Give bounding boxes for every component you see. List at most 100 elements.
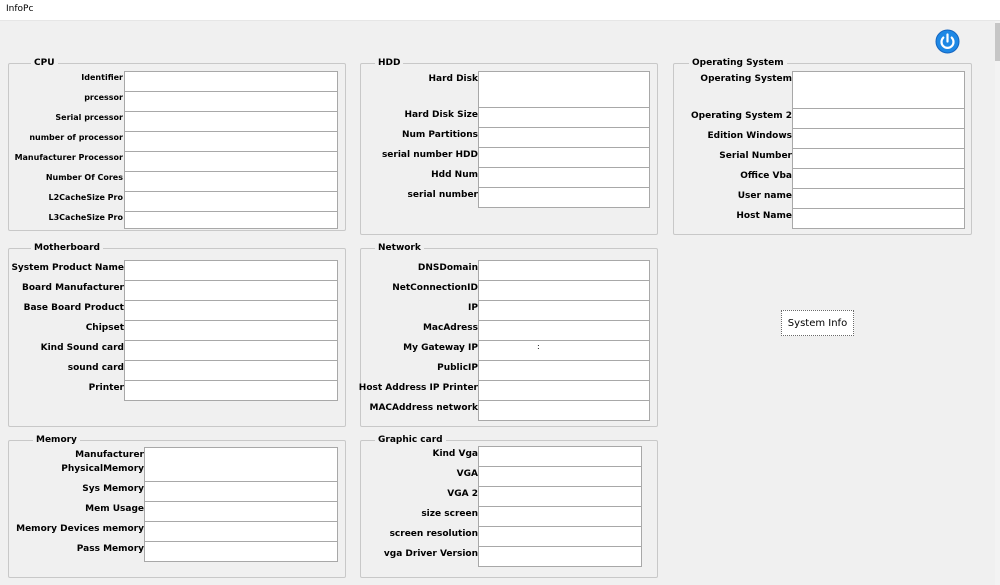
os-operating-system-field[interactable] — [792, 71, 965, 109]
mb-kind-sound-card-field[interactable] — [124, 340, 338, 361]
net-label-dnsdomain: DNSDomain — [417, 263, 478, 273]
cpu-label-manufacturer-processor: Manufacturer Processor — [14, 153, 123, 162]
memory-group-title: Memory — [33, 434, 80, 446]
cpu-label-l2cache: L2CacheSize Pro — [48, 193, 123, 202]
hdd-label-hdd-num: Hdd Num — [431, 170, 478, 180]
mb-label-printer: Printer — [88, 383, 124, 393]
net-macadress-field[interactable] — [478, 320, 650, 341]
vga-vga-field[interactable] — [478, 466, 642, 487]
hdd-label-serial-number: serial number — [407, 190, 478, 200]
power-icon[interactable] — [935, 29, 960, 54]
cpu-serial-processor-field[interactable] — [124, 111, 338, 132]
cpu-label-l3cache: L3CacheSize Pro — [48, 213, 123, 222]
hdd-hdd-num-field[interactable] — [478, 167, 650, 188]
mb-system-product-name-field[interactable] — [124, 260, 338, 281]
cpu-number-of-cores-field[interactable] — [124, 171, 338, 192]
hdd-hard-disk-size-field[interactable] — [478, 107, 650, 128]
vertical-scrollbar[interactable] — [995, 21, 1000, 585]
os-serial-number-field[interactable] — [792, 148, 965, 169]
net-ip-field[interactable] — [478, 300, 650, 321]
mb-board-manufacturer-field[interactable] — [124, 280, 338, 301]
hdd-label-hard-disk: Hard Disk — [428, 74, 478, 84]
mb-label-board-manufacturer: Board Manufacturer — [22, 283, 124, 293]
vga-screen-resolution-field[interactable] — [478, 526, 642, 547]
mem-manufacturer-field[interactable] — [144, 447, 338, 482]
hdd-hard-disk-field[interactable] — [478, 71, 650, 108]
system-info-button[interactable]: System Info — [781, 310, 854, 336]
vga-driver-version-field[interactable] — [478, 546, 642, 567]
mb-label-chipset: Chipset — [85, 323, 124, 333]
mem-mem-usage-field[interactable] — [144, 501, 338, 522]
net-gateway-ip-field[interactable] — [478, 340, 650, 361]
mb-label-base-board-product: Base Board Product — [23, 303, 124, 313]
cpu-label-processor: prcessor — [84, 93, 123, 102]
cpu-manufacturer-processor-field[interactable] — [124, 151, 338, 172]
net-label-macadress: MacAdress — [422, 323, 478, 333]
mem-label-sys-memory: Sys Memory — [82, 484, 144, 494]
vga-label-driver-version: vga Driver Version — [383, 549, 478, 559]
net-label-macaddress-network: MACAddress network — [369, 403, 478, 413]
os-label-host-name: Host Name — [736, 211, 792, 221]
net-label-ip: IP — [468, 303, 478, 313]
hdd-label-hard-disk-size: Hard Disk Size — [404, 110, 478, 120]
net-host-address-ip-printer-field[interactable] — [478, 380, 650, 401]
net-label-netconnectionid: NetConnectionID — [392, 283, 478, 293]
net-label-gateway-ip: My Gateway IP — [403, 343, 478, 353]
mb-chipset-field[interactable] — [124, 320, 338, 341]
cpu-processor-field[interactable] — [124, 91, 338, 112]
os-label-serial-number: Serial Number — [719, 151, 792, 161]
os-host-name-field[interactable] — [792, 208, 965, 229]
motherboard-group-title: Motherboard — [31, 242, 103, 254]
mem-label-pass-memory: Pass Memory — [76, 544, 144, 554]
net-label-publicip: PublicIP — [437, 363, 478, 373]
cpu-l3cache-field[interactable] — [124, 211, 338, 229]
vga-label-kind-vga: Kind Vga — [432, 449, 478, 459]
graphic-card-group-title: Graphic card — [375, 434, 446, 446]
os-user-name-field[interactable] — [792, 188, 965, 209]
os-operating-system-2-field[interactable] — [792, 108, 965, 129]
mem-label-memory-devices: Memory Devices memory — [16, 524, 144, 534]
os-label-user-name: User name — [737, 191, 792, 201]
mem-memory-devices-field[interactable] — [144, 521, 338, 542]
net-dnsdomain-field[interactable] — [478, 260, 650, 281]
os-label-office-vba: Office Vba — [740, 171, 792, 181]
network-group-title: Network — [375, 242, 424, 254]
hdd-serial-number-hdd-field[interactable] — [478, 147, 650, 168]
vga-size-screen-field[interactable] — [478, 506, 642, 527]
vga-vga-2-field[interactable] — [478, 486, 642, 507]
mb-sound-card-field[interactable] — [124, 360, 338, 381]
mb-base-board-product-field[interactable] — [124, 300, 338, 321]
cpu-l2cache-field[interactable] — [124, 191, 338, 212]
net-publicip-field[interactable] — [478, 360, 650, 381]
title-bar: InfoPc — [0, 0, 1000, 21]
scrollbar-thumb[interactable] — [995, 23, 1000, 61]
mb-printer-field[interactable] — [124, 380, 338, 401]
os-label-operating-system-2: Operating System 2 — [691, 111, 792, 121]
os-edition-windows-field[interactable] — [792, 128, 965, 149]
mb-label-sound-card: sound card — [67, 363, 124, 373]
hdd-label-num-partitions: Num Partitions — [401, 130, 478, 140]
os-label-operating-system: Operating System — [700, 74, 792, 84]
hdd-num-partitions-field[interactable] — [478, 127, 650, 148]
net-netconnectionid-field[interactable] — [478, 280, 650, 301]
window-title: InfoPc — [6, 4, 34, 14]
mem-pass-memory-field[interactable] — [144, 541, 338, 562]
os-group-title: Operating System — [689, 57, 787, 69]
cpu-number-of-processor-field[interactable] — [124, 131, 338, 152]
hdd-serial-number-field[interactable] — [478, 187, 650, 208]
cpu-identifier-field[interactable] — [124, 71, 338, 92]
hdd-group-title: HDD — [375, 57, 404, 69]
cpu-label-identifier: Identifier — [81, 73, 123, 82]
mb-label-kind-sound-card: Kind Sound card — [40, 343, 124, 353]
mem-sys-memory-field[interactable] — [144, 481, 338, 502]
gateway-value: : — [537, 342, 540, 351]
os-office-vba-field[interactable] — [792, 168, 965, 189]
vga-label-screen-resolution: screen resolution — [389, 529, 478, 539]
cpu-label-number-of-processor: number of processor — [29, 133, 123, 142]
cpu-label-serial-processor: Serial prcessor — [55, 113, 123, 122]
cpu-label-number-of-cores: Number Of Cores — [45, 173, 123, 182]
vga-kind-vga-field[interactable] — [478, 446, 642, 467]
net-label-host-address-ip-printer: Host Address IP Printer — [358, 383, 478, 393]
mem-label-mem-usage: Mem Usage — [85, 504, 144, 514]
net-macaddress-network-field[interactable] — [478, 400, 650, 421]
